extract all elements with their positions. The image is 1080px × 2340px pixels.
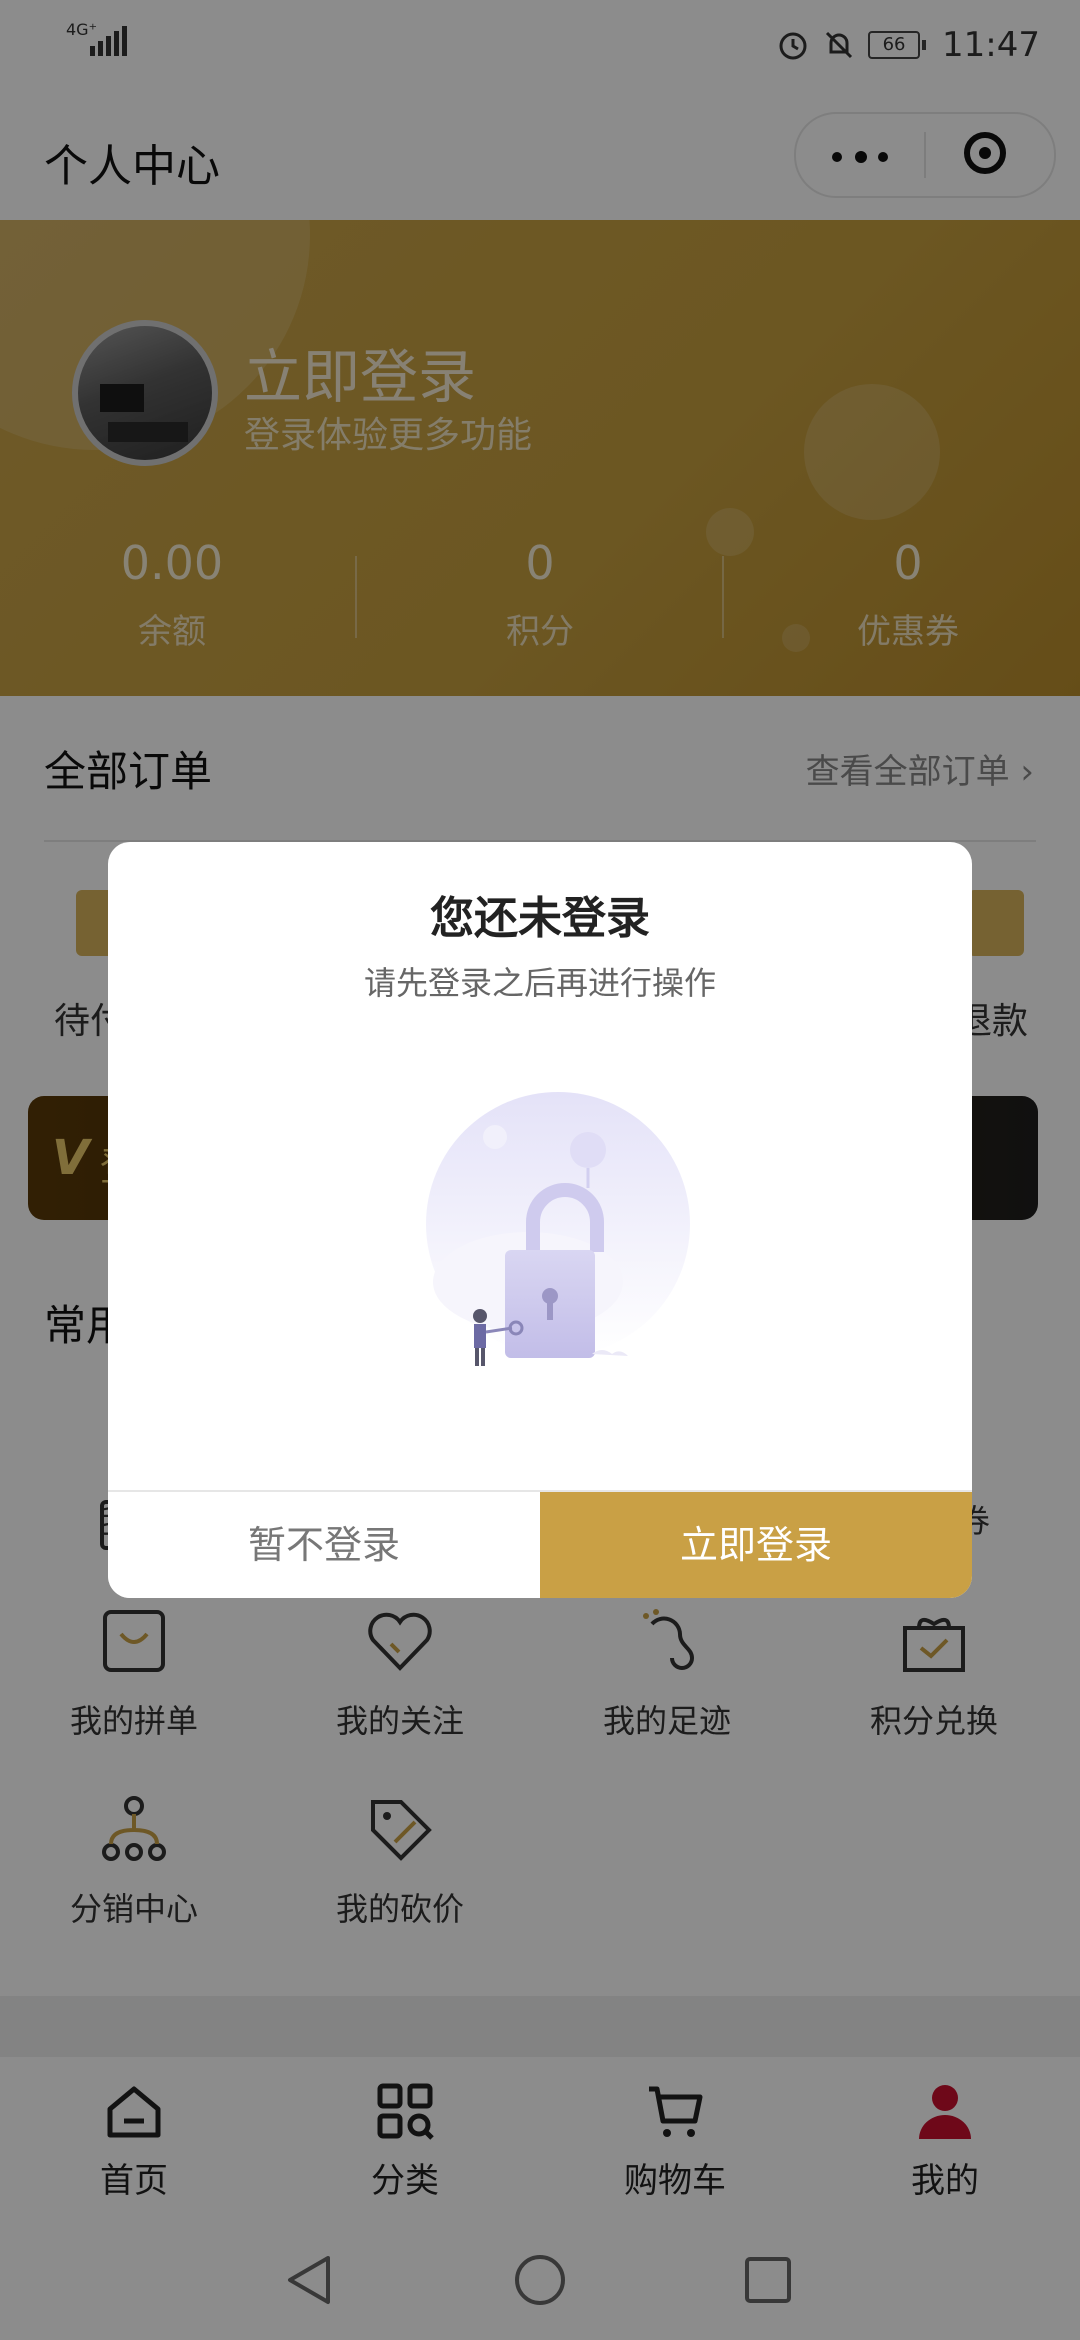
not-now-button[interactable]: 暂不登录: [108, 1492, 540, 1598]
lock-illustration: [426, 1092, 690, 1366]
dialog-subtitle: 请先登录之后再进行操作: [363, 964, 716, 1002]
dialog-title: 您还未登录: [430, 893, 650, 944]
login-now-button[interactable]: 立即登录: [540, 1492, 972, 1598]
login-required-dialog: 您还未登录 请先登录之后再进行操作 暂不登录 立即登录: [108, 842, 972, 1598]
